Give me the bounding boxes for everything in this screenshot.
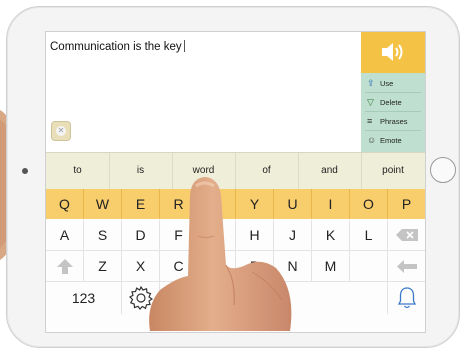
key-x[interactable]: X <box>122 251 160 282</box>
shift-arrow-icon <box>57 259 73 274</box>
smiley-icon: ☺ <box>367 135 377 145</box>
key-f[interactable]: F <box>160 220 198 251</box>
home-button[interactable] <box>430 157 456 183</box>
left-arrow-icon <box>397 260 417 273</box>
backspace-key[interactable] <box>388 220 425 251</box>
gear-icon <box>129 286 153 310</box>
key-h[interactable]: H <box>236 220 274 251</box>
menu-item-phrases[interactable]: ≡ Phrases <box>361 112 425 131</box>
key-g[interactable]: G <box>198 220 236 251</box>
blank-key[interactable] <box>350 251 388 282</box>
speak-button[interactable] <box>361 32 425 73</box>
key-o[interactable]: O <box>350 189 388 219</box>
key-l[interactable]: L <box>350 220 388 251</box>
key-u[interactable]: U <box>274 189 312 219</box>
composed-message: Communication is the key <box>50 40 185 53</box>
key-d[interactable]: D <box>122 220 160 251</box>
key-i[interactable]: I <box>312 189 350 219</box>
key-w[interactable]: W <box>84 189 122 219</box>
side-menu: ⇪ Use ▽ Delete ≡ Phrases ☺ Emote <box>361 73 425 152</box>
suggestion-word[interactable]: to <box>46 153 110 189</box>
space-bar[interactable] <box>160 282 388 315</box>
clear-text-button[interactable]: ✕ <box>51 121 71 141</box>
bell-icon <box>398 287 416 309</box>
key-r[interactable]: R <box>160 189 198 219</box>
app-screen: Communication is the key ✕ ⇪ Use ▽ Delet… <box>45 31 426 333</box>
menu-item-emote[interactable]: ☺ Emote <box>361 131 425 150</box>
text-area[interactable]: Communication is the key ✕ <box>46 32 361 152</box>
menu-item-label: Phrases <box>380 117 408 126</box>
return-key[interactable] <box>388 251 425 282</box>
key-y[interactable]: Y <box>236 189 274 219</box>
message-text: Communication is the key <box>50 41 182 53</box>
bell-key[interactable] <box>388 282 425 315</box>
key-q[interactable]: Q <box>46 189 84 219</box>
keyboard-row-3: Z X C V B N M <box>46 251 425 282</box>
key-z[interactable]: Z <box>84 251 122 282</box>
clear-icon: ✕ <box>56 126 66 136</box>
key-m[interactable]: M <box>312 251 350 282</box>
trash-icon: ▽ <box>367 97 374 107</box>
word-suggestion-bar: to is word of and point <box>46 152 425 189</box>
suggestion-word[interactable]: point <box>361 153 425 189</box>
menu-item-label: Delete <box>380 98 402 107</box>
menu-item-delete[interactable]: ▽ Delete <box>361 93 425 112</box>
menu-item-use[interactable]: ⇪ Use <box>361 74 425 93</box>
menu-item-label: Use <box>380 79 394 88</box>
key-b[interactable]: B <box>236 251 274 282</box>
key-s[interactable]: S <box>84 220 122 251</box>
shift-key[interactable] <box>46 251 84 282</box>
key-j[interactable]: J <box>274 220 312 251</box>
keyboard-row-1: Q W E R T Y U I O P <box>46 189 425 219</box>
key-c[interactable]: C <box>160 251 198 282</box>
suggestion-word[interactable]: is <box>109 153 173 189</box>
keyboard-row-4: 123 <box>46 282 425 332</box>
key-p[interactable]: P <box>388 189 425 219</box>
speaker-icon <box>382 43 403 61</box>
suggestion-word[interactable]: word <box>172 153 236 189</box>
share-icon: ⇪ <box>367 78 375 88</box>
key-k[interactable]: K <box>312 220 350 251</box>
suggestion-word[interactable]: and <box>298 153 362 189</box>
front-camera <box>22 168 28 174</box>
key-a[interactable]: A <box>46 220 84 251</box>
key-e[interactable]: E <box>122 189 160 219</box>
menu-item-label: Emote <box>380 136 402 145</box>
key-v[interactable]: V <box>198 251 236 282</box>
suggestion-word[interactable]: of <box>235 153 299 189</box>
text-caret <box>183 40 185 52</box>
list-icon: ≡ <box>367 116 373 126</box>
key-n[interactable]: N <box>274 251 312 282</box>
keyboard-row-2: A S D F G H J K L <box>46 220 425 251</box>
settings-key[interactable] <box>122 282 160 315</box>
backspace-icon <box>396 229 418 241</box>
keyboard-bottom-edge <box>46 314 425 332</box>
key-t[interactable]: T <box>198 189 236 219</box>
numbers-key[interactable]: 123 <box>46 282 122 315</box>
